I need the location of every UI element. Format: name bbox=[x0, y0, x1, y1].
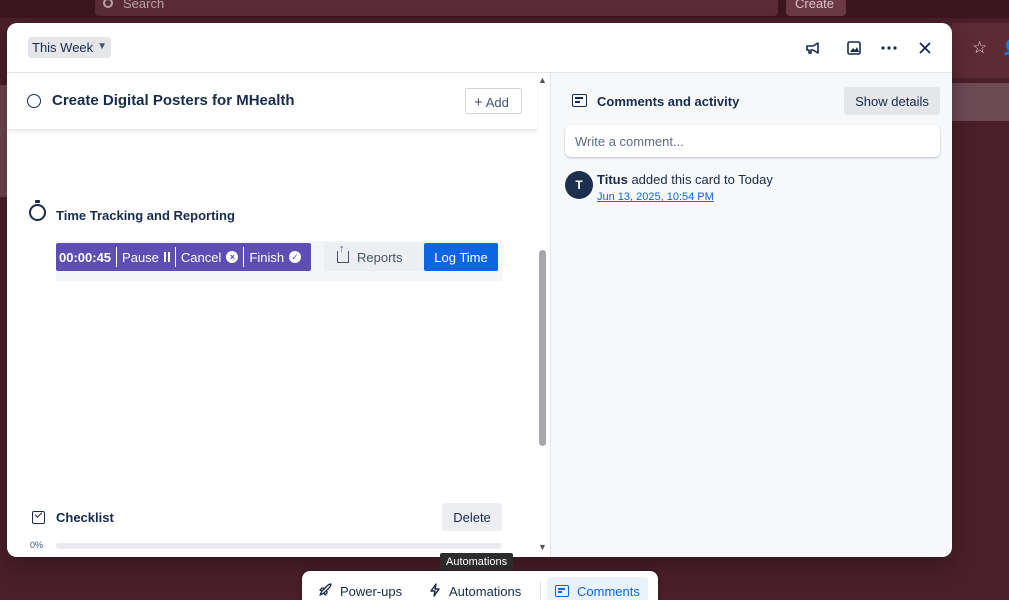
automations-tooltip: Automations bbox=[440, 553, 514, 570]
checklist-progress-percent: 0% bbox=[30, 540, 44, 550]
board-create-button[interactable]: Create bbox=[786, 0, 846, 16]
show-details-button[interactable]: Show details bbox=[844, 87, 940, 115]
board-create-label: Create bbox=[795, 0, 835, 11]
activity-user[interactable]: Titus bbox=[597, 172, 628, 187]
activity-action: added this card to Today bbox=[631, 172, 773, 187]
finish-label: Finish bbox=[249, 249, 285, 265]
complete-toggle[interactable] bbox=[27, 94, 41, 108]
automations-label: Automations bbox=[449, 583, 522, 599]
checklist-title[interactable]: Checklist bbox=[56, 510, 114, 525]
card-title-row: Create Digital Posters for MHealth + Add bbox=[7, 73, 537, 130]
plus-icon: + bbox=[474, 94, 483, 111]
close-button[interactable] bbox=[912, 35, 938, 61]
add-button[interactable]: + Add bbox=[465, 88, 522, 114]
search-icon bbox=[103, 0, 113, 8]
reports-button[interactable]: Reports bbox=[324, 243, 424, 271]
board-search-input[interactable]: Search bbox=[95, 0, 778, 16]
activity-timestamp-link[interactable]: Jun 13, 2025, 10:54 PM bbox=[597, 191, 714, 203]
checklist-progress-bar bbox=[56, 543, 502, 549]
comment-input[interactable] bbox=[565, 125, 940, 157]
scroll-down-arrow[interactable]: ▼ bbox=[538, 542, 547, 552]
automations-button[interactable]: Automations bbox=[421, 577, 529, 600]
card-main-pane: Create Digital Posters for MHealth + Add … bbox=[7, 73, 550, 557]
time-tracker: 00:00:45 Pause Cancel × Finish ✓ Reports bbox=[56, 241, 502, 281]
list-name: This Week bbox=[32, 40, 94, 55]
finish-button[interactable]: Finish ✓ bbox=[243, 247, 306, 267]
card-title[interactable]: Create Digital Posters for MHealth bbox=[52, 92, 295, 109]
scrollbar-thumb[interactable] bbox=[539, 250, 546, 446]
list-selector[interactable]: This Week ▼ bbox=[28, 37, 112, 58]
time-tracking-title: Time Tracking and Reporting bbox=[56, 208, 235, 223]
board-header-peek: ☆ 👤 bbox=[952, 23, 1009, 78]
delete-checklist-button[interactable]: Delete bbox=[442, 503, 502, 531]
comments-pane: Comments and activity Show details T Tit… bbox=[550, 73, 952, 557]
timer-value: 00:00:45 bbox=[59, 249, 112, 265]
more-icon bbox=[881, 46, 897, 50]
modal-header: This Week ▼ bbox=[7, 23, 952, 73]
comments-icon bbox=[555, 585, 569, 597]
close-icon bbox=[919, 42, 931, 54]
cover-image-button[interactable] bbox=[841, 35, 867, 61]
reports-label: Reports bbox=[357, 249, 403, 265]
pause-label: Pause bbox=[122, 249, 159, 265]
cancel-label: Cancel bbox=[180, 249, 222, 265]
cancel-icon: × bbox=[226, 251, 239, 263]
person-icon[interactable]: 👤 bbox=[1002, 39, 1009, 56]
stopwatch-icon bbox=[29, 200, 46, 221]
scroll-up-arrow[interactable]: ▲ bbox=[538, 75, 547, 85]
checklist-icon bbox=[32, 511, 45, 524]
star-icon[interactable]: ☆ bbox=[972, 38, 987, 58]
comments-icon bbox=[572, 94, 587, 107]
check-circle-icon: ✓ bbox=[289, 251, 302, 263]
chevron-down-icon: ▼ bbox=[97, 41, 108, 52]
avatar[interactable]: T bbox=[565, 171, 593, 199]
rocket-icon bbox=[318, 582, 332, 600]
comments-title: Comments and activity bbox=[597, 94, 740, 109]
more-actions-button[interactable] bbox=[876, 35, 902, 61]
lightning-icon bbox=[429, 582, 441, 600]
powerups-button[interactable]: Power-ups bbox=[310, 577, 410, 600]
running-timer: 00:00:45 Pause Cancel × Finish ✓ bbox=[56, 243, 311, 271]
image-icon bbox=[847, 41, 861, 55]
share-icon bbox=[337, 243, 349, 263]
toolbar-divider bbox=[540, 581, 541, 600]
board-search-placeholder: Search bbox=[123, 0, 165, 11]
log-time-label: Log Time bbox=[434, 249, 488, 265]
pause-icon bbox=[163, 252, 170, 262]
megaphone-button[interactable] bbox=[799, 35, 825, 61]
pause-button[interactable]: Pause bbox=[116, 247, 175, 267]
add-label: Add bbox=[485, 95, 509, 110]
comments-toggle-label: Comments bbox=[577, 583, 640, 599]
activity-entry: Titus added this card to Today bbox=[597, 172, 773, 187]
cancel-button[interactable]: Cancel × bbox=[174, 247, 243, 267]
show-details-label: Show details bbox=[855, 93, 929, 109]
log-time-button[interactable]: Log Time bbox=[424, 243, 498, 271]
board-card-peek bbox=[952, 83, 1009, 121]
delete-label: Delete bbox=[453, 509, 491, 525]
powerups-label: Power-ups bbox=[340, 583, 403, 599]
bottom-toolbar: Power-ups Automations Comments bbox=[302, 571, 658, 600]
card-detail-modal: This Week ▼ Create Digital Posters for M… bbox=[7, 23, 952, 557]
comments-toggle-button[interactable]: Comments bbox=[547, 577, 648, 600]
megaphone-icon bbox=[805, 42, 819, 54]
